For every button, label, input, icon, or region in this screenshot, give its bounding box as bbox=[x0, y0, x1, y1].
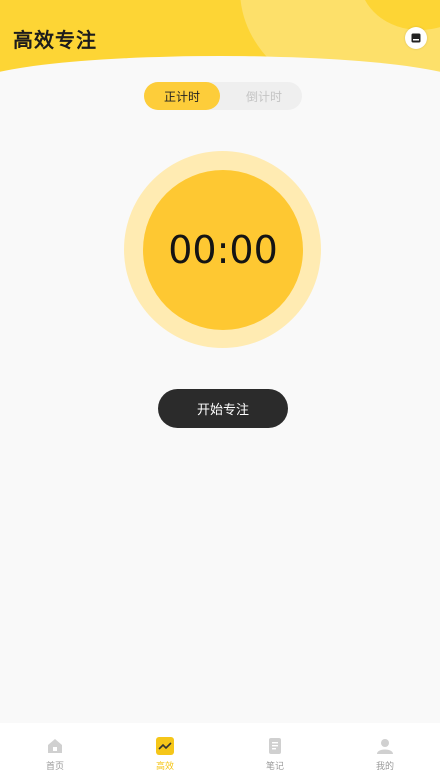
timer-dial: 00:00 bbox=[143, 170, 303, 330]
timer-mode-switch: 正计时 倒计时 bbox=[144, 82, 302, 110]
tab-notes[interactable]: 笔记 bbox=[220, 723, 330, 774]
timer-display: 00:00 bbox=[168, 228, 278, 272]
tab-focus[interactable]: 高效 bbox=[110, 723, 220, 774]
tab-count-up[interactable]: 正计时 bbox=[144, 82, 220, 110]
user-icon bbox=[377, 739, 393, 754]
tab-profile[interactable]: 我的 bbox=[330, 723, 440, 774]
corner-menu-button[interactable] bbox=[405, 27, 427, 49]
tab-notes-label: 笔记 bbox=[265, 762, 284, 772]
tab-focus-label: 高效 bbox=[155, 762, 174, 772]
bottom-tab-bar: 首页 高效 笔记 我的 bbox=[0, 723, 440, 774]
home-icon bbox=[48, 739, 62, 753]
start-focus-button[interactable]: 开始专注 bbox=[158, 389, 288, 428]
tab-profile-label: 我的 bbox=[375, 762, 394, 772]
tab-home[interactable]: 首页 bbox=[0, 723, 110, 774]
book-icon bbox=[411, 33, 421, 43]
page-title: 高效专注 bbox=[13, 28, 97, 52]
tab-home-label: 首页 bbox=[45, 762, 64, 772]
chart-icon bbox=[156, 737, 174, 755]
note-icon bbox=[269, 738, 281, 754]
tab-count-down[interactable]: 倒计时 bbox=[226, 82, 302, 110]
